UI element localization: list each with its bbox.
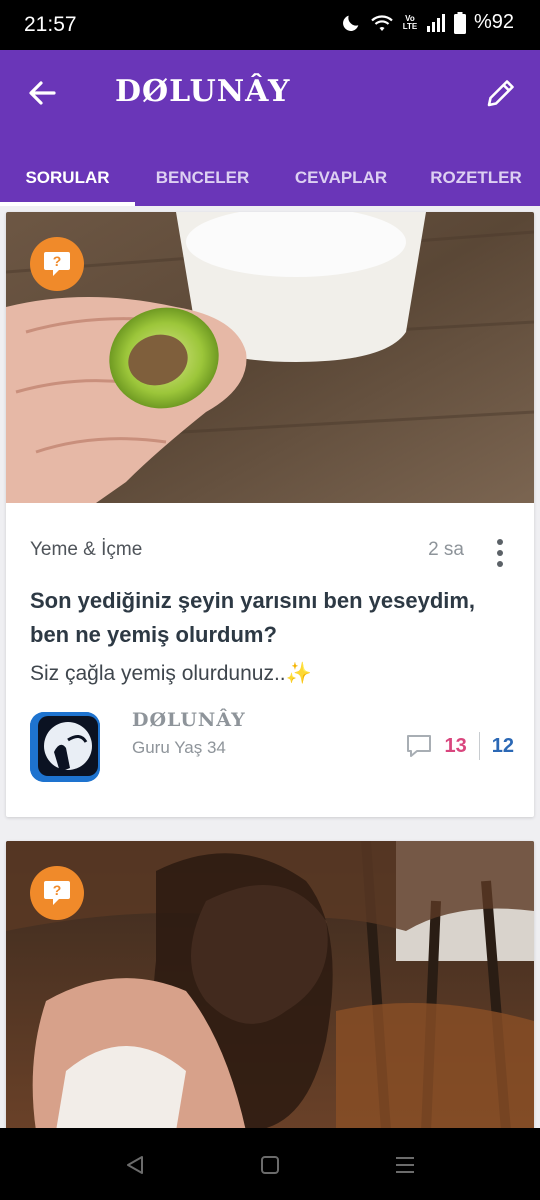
nav-recents-button[interactable] bbox=[390, 1150, 420, 1180]
menu-lines-icon bbox=[396, 1157, 414, 1173]
system-nav-bar bbox=[0, 1128, 540, 1200]
comment-icon bbox=[406, 735, 431, 757]
avatar-image bbox=[30, 712, 100, 782]
signal-icon bbox=[426, 13, 445, 32]
network-label: Vo LTE bbox=[402, 13, 418, 31]
question-title[interactable]: Son yediğiniz şeyin yarısını ben yeseydi… bbox=[30, 584, 510, 652]
tab-sorular[interactable]: SORULAR bbox=[0, 150, 135, 206]
edit-button[interactable] bbox=[482, 74, 520, 112]
like-count[interactable]: 12 bbox=[492, 735, 514, 758]
time-ago: 2 sa bbox=[428, 539, 464, 560]
stat-divider bbox=[478, 732, 480, 760]
battery-icon bbox=[453, 11, 466, 34]
status-bar: 21:57 Vo LTE %92 bbox=[0, 0, 540, 50]
nav-back-button[interactable] bbox=[120, 1150, 150, 1180]
more-options-button[interactable] bbox=[486, 537, 514, 569]
nav-home-button[interactable] bbox=[255, 1150, 285, 1180]
svg-text:?: ? bbox=[53, 882, 62, 898]
square-home-icon bbox=[261, 1156, 279, 1174]
question-photo[interactable] bbox=[6, 841, 534, 1131]
tab-cevaplar[interactable]: CEVAPLAR bbox=[270, 150, 412, 206]
tab-rozetler[interactable]: ROZETLER bbox=[412, 150, 540, 206]
status-time: 21:57 bbox=[24, 13, 77, 36]
question-bubble-icon: ? bbox=[44, 252, 70, 276]
answer-count[interactable]: 13 bbox=[445, 735, 467, 758]
pencil-icon bbox=[487, 80, 514, 107]
app-bar: DØLUNÂY SORULAR BENCELER CEVAPLAR ROZETL… bbox=[0, 50, 540, 206]
author-age: Yaş 34 bbox=[174, 738, 226, 757]
question-badge: ? bbox=[30, 237, 84, 291]
more-vertical-icon bbox=[497, 539, 503, 567]
question-photo[interactable] bbox=[6, 212, 534, 503]
tab-benceler[interactable]: BENCELER bbox=[135, 150, 270, 206]
question-badge: ? bbox=[30, 866, 84, 920]
profile-tabs: SORULAR BENCELER CEVAPLAR ROZETLER bbox=[0, 150, 540, 206]
arrow-left-icon bbox=[29, 81, 56, 105]
page-title: DØLUNÂY bbox=[115, 74, 291, 109]
triangle-back-icon bbox=[127, 1156, 143, 1174]
moon-icon bbox=[343, 15, 359, 31]
status-icons: Vo LTE %92 bbox=[340, 11, 514, 34]
category-label[interactable]: Yeme & İçme bbox=[30, 539, 142, 561]
back-button[interactable] bbox=[22, 75, 62, 111]
question-card[interactable]: ? Yeme & İçme 2 sa Son yediğiniz şeyin y… bbox=[6, 212, 534, 817]
author-name[interactable]: DØLUNÂY bbox=[132, 709, 246, 731]
question-body: Siz çağla yemiş olurdunuz..✨ bbox=[30, 662, 312, 685]
question-card[interactable]: ? bbox=[6, 841, 534, 1131]
author-level: Guru bbox=[132, 738, 170, 757]
question-stats: 13 12 bbox=[405, 730, 514, 762]
wifi-icon bbox=[371, 14, 393, 31]
svg-text:?: ? bbox=[53, 253, 62, 269]
avatar[interactable] bbox=[30, 712, 100, 782]
question-meta: Yeme & İçme 2 sa bbox=[30, 537, 514, 567]
battery-level: %92 bbox=[473, 11, 514, 33]
question-bubble-icon: ? bbox=[44, 881, 70, 905]
author-info: Guru Yaş 34 bbox=[132, 738, 226, 758]
